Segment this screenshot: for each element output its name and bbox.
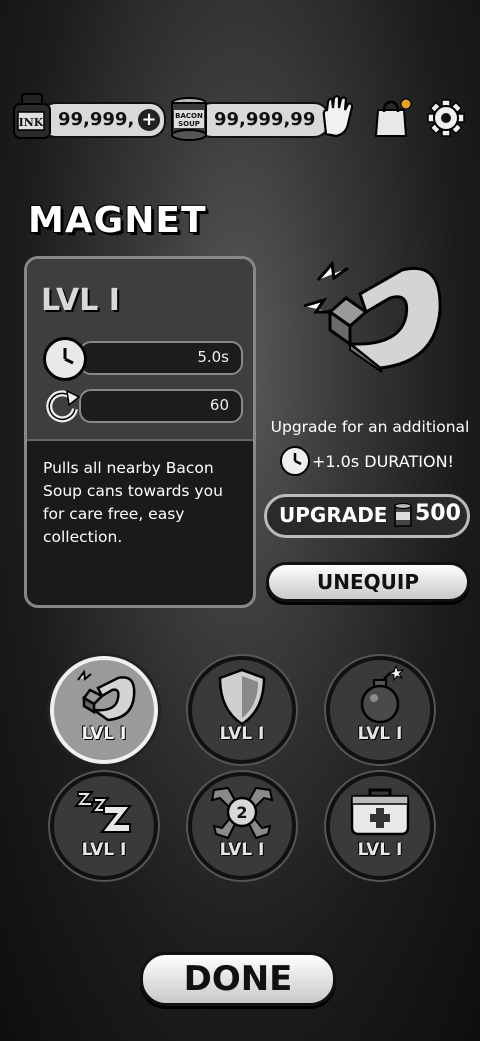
powerup-description: Pulls all nearby Bacon Soup cans towards… bbox=[43, 459, 223, 546]
level-label: LVL I bbox=[41, 283, 120, 318]
upgrade-cost: 500 bbox=[415, 501, 461, 526]
gear-icon[interactable] bbox=[426, 98, 466, 138]
powerup-level: LVL I bbox=[81, 840, 127, 860]
shield-icon bbox=[218, 668, 266, 726]
unequip-button[interactable]: UNEQUIP bbox=[266, 562, 470, 602]
sleep-zzz-icon bbox=[74, 791, 133, 833]
double-badge-icon: 2 bbox=[210, 786, 274, 840]
powerup-level: LVL I bbox=[357, 724, 403, 744]
duration-bar: 5.0s bbox=[79, 341, 243, 375]
bacon-soup-can-small-icon bbox=[394, 503, 412, 527]
done-label: DONE bbox=[183, 959, 293, 999]
magnet-large-icon bbox=[303, 260, 442, 373]
powerup-shield[interactable]: LVL I bbox=[188, 656, 296, 764]
upgrade-button-label: UPGRADE bbox=[279, 503, 388, 527]
powerup-sleep[interactable]: LVL I bbox=[50, 772, 158, 880]
soup-label-2: SOUP bbox=[178, 120, 200, 128]
powerup-bomb[interactable]: LVL I bbox=[326, 656, 434, 764]
powerup-level: LVL I bbox=[357, 840, 403, 860]
upgrade-text: Upgrade for an additional bbox=[270, 418, 470, 436]
cooldown-refresh-icon bbox=[43, 387, 83, 429]
glove-hand-icon[interactable] bbox=[318, 94, 358, 140]
ink-bottle-icon: INK bbox=[13, 93, 51, 139]
ink-counter: 99,999, + bbox=[40, 102, 166, 138]
soup-amount: 99,999,99 bbox=[214, 109, 316, 130]
page-title: MAGNET bbox=[28, 200, 207, 241]
powerup-info-card: LVL I 5.0s 60 Pulls all nearby Bacon Sou… bbox=[24, 256, 256, 608]
upgrade-button[interactable]: UPGRADE 500 bbox=[264, 494, 470, 538]
cooldown-value: 60 bbox=[209, 396, 229, 414]
soup-label-1: BACON bbox=[175, 112, 203, 120]
ink-label: INK bbox=[19, 116, 44, 129]
clock-small-icon bbox=[280, 446, 310, 476]
cooldown-bar: 60 bbox=[79, 389, 243, 423]
add-ink-button[interactable]: + bbox=[138, 109, 160, 131]
ink-amount: 99,999, bbox=[58, 109, 135, 130]
stats-panel: LVL I 5.0s 60 bbox=[27, 259, 253, 441]
double-badge-number: 2 bbox=[236, 803, 247, 822]
unequip-label: UNEQUIP bbox=[317, 570, 419, 594]
soup-counter: 99,999,99 bbox=[196, 102, 330, 138]
duration-value: 5.0s bbox=[197, 348, 229, 366]
done-button[interactable]: DONE bbox=[140, 952, 336, 1006]
clock-icon bbox=[43, 337, 87, 381]
first-aid-kit-icon bbox=[350, 788, 410, 836]
magnet-icon bbox=[77, 669, 136, 722]
powerup-level: LVL I bbox=[219, 840, 265, 860]
powerup-level: LVL I bbox=[81, 724, 127, 744]
powerup-level: LVL I bbox=[219, 724, 265, 744]
upgrade-bonus: +1.0s DURATION! bbox=[312, 452, 454, 471]
powerup-first-aid[interactable]: LVL I bbox=[326, 772, 434, 880]
notification-dot bbox=[400, 98, 412, 110]
bomb-icon bbox=[360, 664, 405, 724]
powerup-double[interactable]: 2 LVL I bbox=[188, 772, 296, 880]
bacon-soup-can-icon: BACON SOUP bbox=[171, 97, 207, 141]
shop-bag-icon[interactable] bbox=[372, 98, 412, 138]
powerup-magnet[interactable]: LVL I bbox=[50, 656, 158, 764]
